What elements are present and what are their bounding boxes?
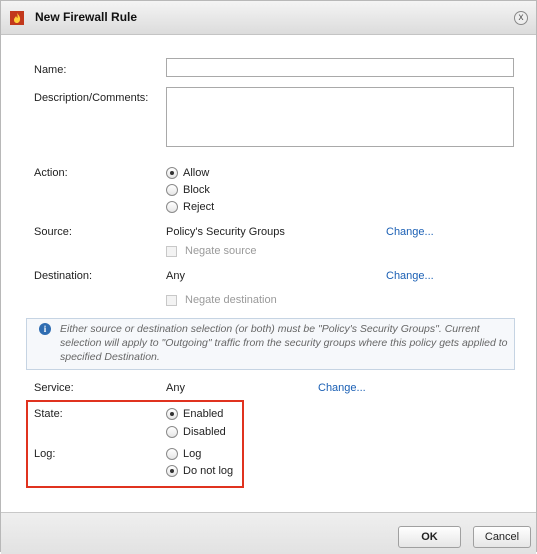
radio-label: Block xyxy=(183,184,210,196)
log-label: Log: xyxy=(34,448,56,460)
destination-label: Destination: xyxy=(34,270,93,282)
destination-change-link[interactable]: Change... xyxy=(386,270,434,282)
state-disabled-radio[interactable]: Disabled xyxy=(166,425,226,439)
radio-icon xyxy=(166,426,178,438)
radio-icon xyxy=(166,201,178,213)
action-reject-radio[interactable]: Reject xyxy=(166,200,214,214)
action-label: Action: xyxy=(34,167,68,179)
state-enabled-radio[interactable]: Enabled xyxy=(166,407,223,421)
checkbox-label: Negate destination xyxy=(185,294,277,306)
radio-label: Log xyxy=(183,448,202,460)
source-value: Policy's Security Groups xyxy=(166,226,285,238)
radio-icon xyxy=(166,184,178,196)
destination-value: Any xyxy=(166,270,185,282)
state-label: State: xyxy=(34,408,63,420)
radio-label: Enabled xyxy=(183,408,224,420)
dialog-footer: OK Cancel xyxy=(1,512,536,554)
new-firewall-rule-dialog: New Firewall Rule x Name: Description/Co… xyxy=(0,0,537,554)
radio-selected-icon xyxy=(166,167,178,179)
log-do-not-log-radio[interactable]: Do not log xyxy=(166,464,233,478)
action-block-radio[interactable]: Block xyxy=(166,183,210,197)
checkbox-label: Negate source xyxy=(185,245,257,257)
info-text: Either source or destination selection (… xyxy=(60,323,508,363)
name-label: Name: xyxy=(34,64,67,76)
negate-source-checkbox[interactable]: Negate source xyxy=(166,244,257,258)
name-input[interactable] xyxy=(166,58,514,77)
source-label: Source: xyxy=(34,226,72,238)
radio-icon xyxy=(166,448,178,460)
service-label: Service: xyxy=(34,382,74,394)
close-button[interactable]: x xyxy=(514,11,528,25)
radio-label: Reject xyxy=(183,201,215,213)
info-icon: i xyxy=(39,323,51,335)
radio-label: Disabled xyxy=(183,426,226,438)
negate-destination-checkbox[interactable]: Negate destination xyxy=(166,293,277,307)
radio-selected-icon xyxy=(166,408,178,420)
action-allow-radio[interactable]: Allow xyxy=(166,166,209,180)
dialog-title: New Firewall Rule xyxy=(35,10,138,24)
radio-label: Do not log xyxy=(183,465,234,477)
close-icon: x xyxy=(518,12,524,23)
service-value: Any xyxy=(166,382,185,394)
radio-selected-icon xyxy=(166,465,178,477)
radio-label: Allow xyxy=(183,167,210,179)
source-change-link[interactable]: Change... xyxy=(386,226,434,238)
cancel-button[interactable]: Cancel xyxy=(473,526,531,548)
description-label: Description/Comments: xyxy=(34,92,149,104)
checkbox-icon xyxy=(166,245,177,257)
ok-button[interactable]: OK xyxy=(398,526,461,548)
firewall-icon xyxy=(10,11,24,25)
service-change-link[interactable]: Change... xyxy=(318,382,366,394)
description-input[interactable] xyxy=(166,87,514,147)
log-log-radio[interactable]: Log xyxy=(166,447,201,461)
checkbox-icon xyxy=(166,294,177,306)
dialog-titlebar: New Firewall Rule x xyxy=(1,1,536,35)
